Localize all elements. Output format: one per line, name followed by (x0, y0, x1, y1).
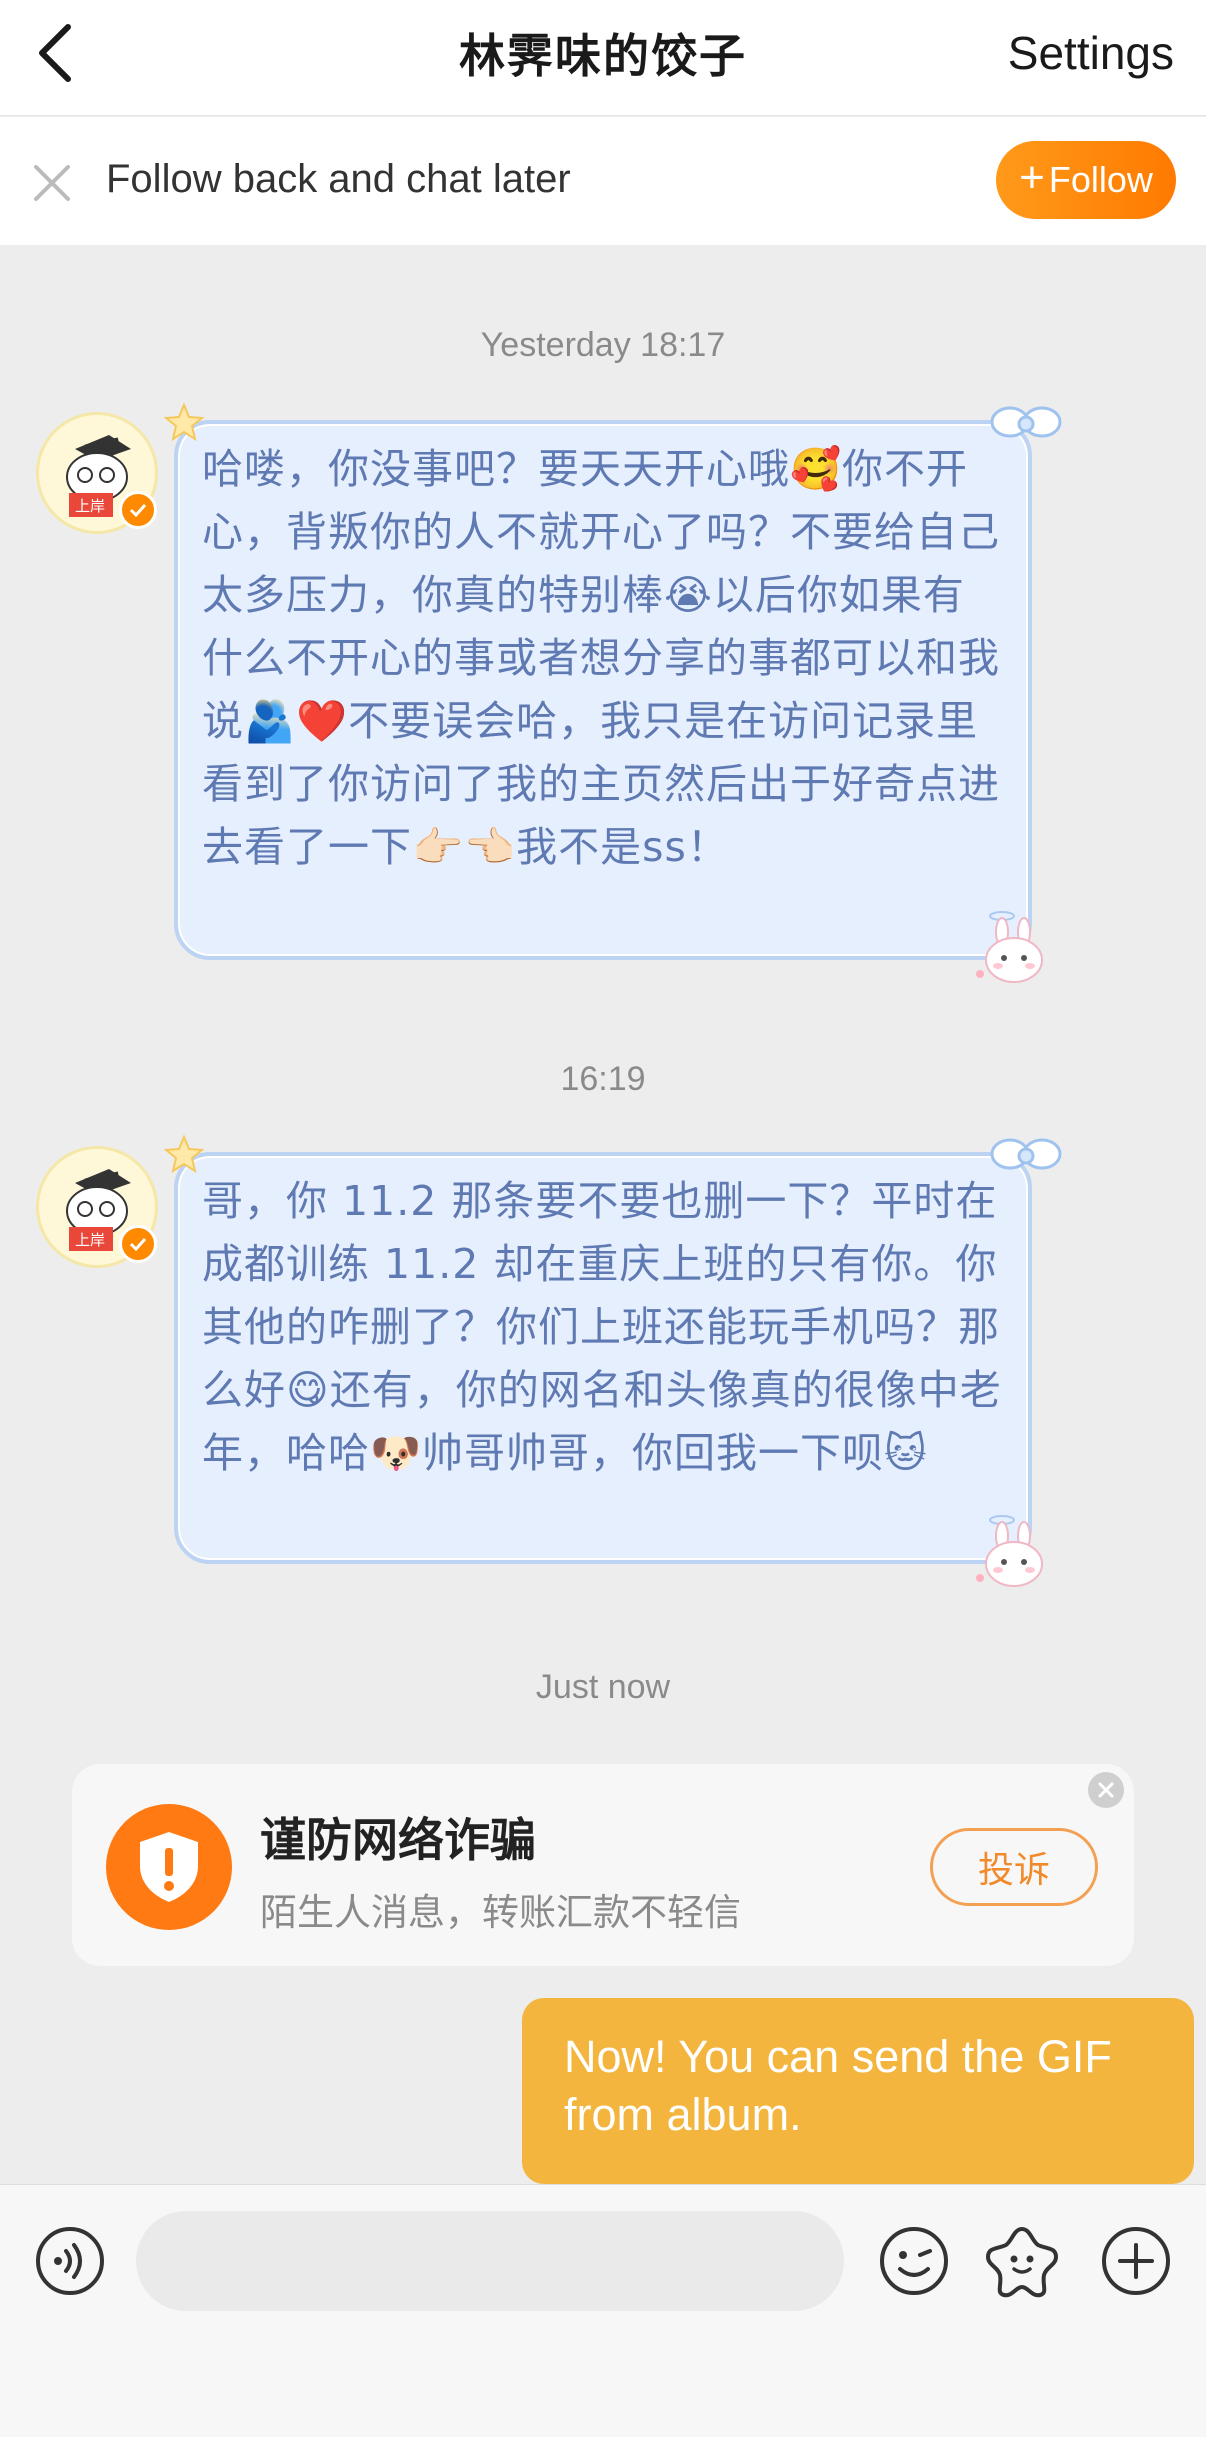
voice-button[interactable] (32, 2223, 108, 2299)
close-icon (1098, 1782, 1114, 1798)
message-text: 哈喽，你没事吧？要天天开心哦🥰你不开心，背叛你的人不就开心了吗？不要给自己太多压… (202, 445, 1000, 871)
follow-prompt-bar: Follow back and chat later + Follow (0, 117, 1206, 245)
report-button[interactable]: 投诉 (930, 1828, 1098, 1906)
plus-icon: + (1019, 153, 1045, 202)
sticker-icon (986, 2227, 1058, 2298)
avatar[interactable]: 上岸 (36, 412, 158, 534)
message-timestamp: Yesterday 18:17 (480, 326, 726, 364)
message-bubble: 哥，你 11.2 那条要不要也删一下？平时在成都训练 11.2 却在重庆上班的只… (164, 1134, 1062, 1587)
settings-button[interactable]: Settings (1008, 26, 1174, 80)
follow-prompt-text: Follow back and chat later (106, 157, 571, 201)
message-input[interactable] (136, 2211, 844, 2311)
emoji-button[interactable] (876, 2223, 952, 2299)
scam-warning-card: 谨防网络诈骗 陌生人消息，转账汇款不轻信 投诉 (72, 1764, 1134, 1966)
follow-button[interactable]: + Follow (996, 141, 1176, 219)
bunny-decoration-icon (976, 1515, 1043, 1587)
plus-circle-icon (1102, 2227, 1170, 2295)
close-icon (34, 165, 70, 201)
warning-subtitle: 陌生人消息，转账汇款不轻信 (260, 1891, 741, 1934)
sticker-button[interactable] (984, 2223, 1060, 2299)
close-warning-button[interactable] (1088, 1772, 1124, 1808)
avatar[interactable]: 上岸 (36, 1146, 158, 1268)
message-timestamp: 16:19 (560, 1060, 646, 1098)
star-decoration-icon (164, 402, 204, 442)
bunny-decoration-icon (976, 911, 1043, 983)
verified-badge-icon (119, 491, 157, 529)
add-attachment-button[interactable] (1098, 2223, 1174, 2299)
warning-title: 谨防网络诈骗 (260, 1813, 536, 1867)
dismiss-follow-button[interactable] (30, 161, 74, 205)
bow-decoration-icon (990, 406, 1062, 438)
gif-tip-tooltip[interactable]: Now! You can send the GIF from album. (522, 1998, 1194, 2212)
shield-icon (106, 1804, 232, 1930)
message-bubble: 哈喽，你没事吧？要天天开心哦🥰你不开心，背叛你的人不就开心了吗？不要给自己太多压… (164, 402, 1062, 983)
emoji-icon (880, 2227, 948, 2295)
message-input-bar (0, 2184, 1206, 2437)
verified-badge-icon (119, 1225, 157, 1263)
message-timestamp: Just now (535, 1668, 671, 1706)
message-text: 哥，你 11.2 那条要不要也删一下？平时在成都训练 11.2 却在重庆上班的只… (202, 1177, 1002, 1477)
tooltip-text: Now! You can send the GIF from album. (564, 2031, 1112, 2140)
follow-button-label: Follow (1048, 159, 1153, 200)
svg-text:上岸: 上岸 (75, 1231, 105, 1249)
star-decoration-icon (164, 1134, 204, 1174)
svg-text:上岸: 上岸 (75, 497, 105, 515)
top-nav-bar: 林霁味的饺子 Settings (0, 0, 1206, 116)
bow-decoration-icon (990, 1138, 1062, 1170)
voice-icon (36, 2227, 104, 2295)
